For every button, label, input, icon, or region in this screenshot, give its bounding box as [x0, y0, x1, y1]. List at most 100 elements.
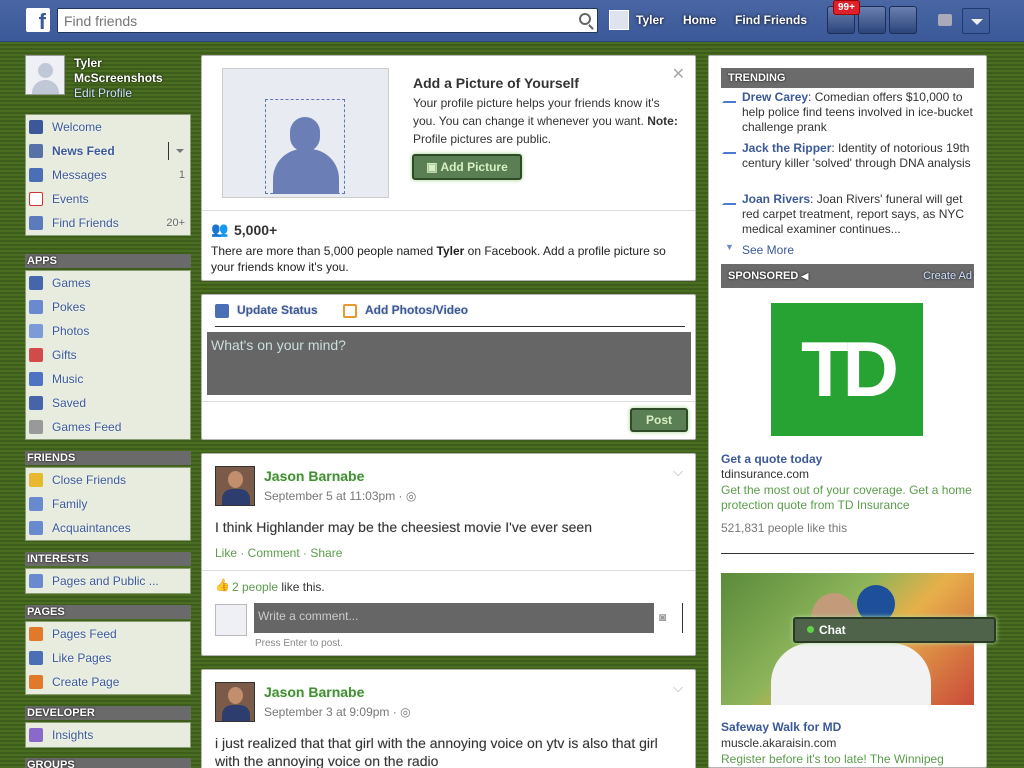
top-bar: f Tyler Home Find Friends 99+: [0, 0, 1024, 42]
chevron-down-icon[interactable]: ⌵: [673, 464, 683, 480]
sidebar-item-events[interactable]: Events: [26, 187, 190, 211]
sidebar-apps: Games Pokes Photos Gifts Music Saved Gam…: [25, 270, 191, 440]
trending-item[interactable]: Jack the Ripper: Identity of notorious 1…: [721, 141, 977, 171]
sidebar-item-photos[interactable]: Photos: [26, 319, 190, 343]
sidebar-item-saved[interactable]: Saved: [26, 391, 190, 415]
chevron-down-icon[interactable]: ⌵: [673, 680, 683, 696]
person-silhouette-icon: [290, 117, 320, 152]
ad-domain: tdinsurance.com: [721, 467, 810, 481]
privacy-lock-icon[interactable]: [938, 14, 952, 26]
sidebar-item-close-friends[interactable]: Close Friends: [26, 468, 190, 492]
author-avatar[interactable]: [215, 682, 255, 722]
profile-picture-prompt: Add a Picture of Yourself Your profile p…: [201, 55, 696, 281]
sidebar-item-pages-and-public[interactable]: Pages and Public ...: [26, 569, 190, 593]
likes-link[interactable]: 2 people: [232, 580, 278, 594]
sidebar-item-insights[interactable]: Insights: [26, 723, 190, 747]
nav-home-link[interactable]: Home: [683, 13, 716, 27]
calendar-icon: [29, 192, 43, 206]
ad-likes: 521,831 people like this: [721, 521, 848, 535]
chevron-down-icon[interactable]: [176, 149, 184, 157]
trending-icon: [722, 93, 736, 103]
post-timestamp[interactable]: September 3 at 9:09pm · ◎: [264, 705, 411, 719]
notification-badge: 99+: [833, 0, 860, 15]
sidebar-item-welcome[interactable]: Welcome: [26, 115, 190, 139]
sidebar-item-pages-feed[interactable]: Pages Feed: [26, 622, 190, 646]
messages-icon[interactable]: [858, 6, 886, 34]
post-text: I think Highlander may be the cheesiest …: [215, 519, 592, 535]
star-icon: [29, 473, 43, 487]
post-author[interactable]: Jason Barnabe: [264, 684, 364, 700]
nav-find-friends-link[interactable]: Find Friends: [735, 13, 807, 27]
ad-title[interactable]: Get a quote today: [721, 452, 822, 466]
ad-text[interactable]: Get the most out of your coverage. Get a…: [721, 483, 977, 513]
ad-text[interactable]: Register before it's too late! The Winni…: [721, 752, 977, 766]
add-picture-button[interactable]: ▣ Add Picture: [412, 154, 522, 180]
chat-bar-button[interactable]: Chat: [793, 617, 996, 643]
sidebar-item-games-feed[interactable]: Games Feed: [26, 415, 190, 439]
right-column: TRENDING Drew Carey: Comedian offers $10…: [708, 55, 987, 768]
sidebar-item-like-pages[interactable]: Like Pages: [26, 646, 190, 670]
game-controller-icon: [29, 420, 43, 434]
sidebar-item-news-feed[interactable]: News Feed: [26, 139, 190, 163]
edit-profile-link[interactable]: Edit Profile: [74, 86, 132, 100]
interests-heading: INTERESTS: [25, 552, 191, 566]
sidebar-item-pokes[interactable]: Pokes: [26, 295, 190, 319]
post-text: i just realized that that girl with the …: [215, 735, 658, 768]
sidebar-favorites: Welcome News Feed Messages 1 Events Find …: [25, 114, 191, 236]
profile-avatar[interactable]: [25, 55, 65, 95]
sidebar-item-create-page[interactable]: Create Page: [26, 670, 190, 694]
create-ad-link[interactable]: Create Ad: [923, 264, 972, 288]
sidebar-item-messages[interactable]: Messages 1: [26, 163, 190, 187]
post-timestamp[interactable]: September 5 at 11:03pm · ◎: [264, 489, 416, 503]
sidebar-pages: Pages Feed Like Pages Create Page: [25, 621, 191, 695]
ad-title[interactable]: Safeway Walk for MD: [721, 720, 841, 734]
td-logo-ad-image[interactable]: TD: [771, 303, 923, 436]
search-input[interactable]: [58, 9, 558, 32]
pages-heading: PAGES: [25, 605, 191, 619]
sidebar-item-gifts[interactable]: Gifts: [26, 343, 190, 367]
megaphone-icon: [29, 627, 43, 641]
thumbs-up-icon: [29, 651, 43, 665]
add-photos-tab[interactable]: Add Photos/Video: [365, 303, 468, 317]
close-icon[interactable]: ✕: [672, 64, 685, 84]
update-status-tab[interactable]: Update Status: [237, 303, 318, 317]
sidebar-item-acquaintances[interactable]: Acquaintances: [26, 516, 190, 540]
likes-summary: 2 people like this.: [232, 580, 325, 594]
see-more-link[interactable]: See More: [742, 243, 794, 257]
profile-name[interactable]: Tyler McScreenshots: [74, 56, 163, 86]
notifications-icon[interactable]: [889, 6, 917, 34]
author-avatar[interactable]: [215, 466, 255, 506]
sidebar-item-family[interactable]: Family: [26, 492, 190, 516]
name-count: 5,000+: [234, 222, 278, 238]
post-button[interactable]: Post: [630, 408, 688, 432]
status-composer: Update Status Add Photos/Video What's on…: [201, 294, 696, 440]
trending-item[interactable]: Joan Rivers: Joan Rivers' funeral will g…: [721, 192, 977, 237]
ad-domain: muscle.akaraisin.com: [721, 736, 837, 750]
groups-heading: GROUPS: [25, 758, 191, 768]
camera-icon[interactable]: ◙: [659, 610, 666, 624]
facebook-logo[interactable]: f: [26, 8, 50, 32]
search-box[interactable]: [57, 8, 598, 33]
post-actions[interactable]: Like · Comment · Share: [215, 546, 342, 560]
comment-input[interactable]: Write a comment...: [254, 603, 654, 633]
developer-heading: DEVELOPER: [25, 706, 191, 720]
name-info-text: There are more than 5,000 people named T…: [211, 244, 666, 274]
chart-icon: [29, 728, 43, 742]
divider: [202, 210, 695, 211]
commenter-avatar: [215, 604, 247, 636]
account-dropdown-button[interactable]: [962, 8, 990, 34]
sidebar-item-games[interactable]: Games: [26, 271, 190, 295]
status-input[interactable]: What's on your mind?: [207, 332, 691, 395]
apps-heading: APPS: [25, 254, 191, 268]
user-avatar[interactable]: [609, 10, 629, 30]
profile-placeholder-image: [222, 68, 389, 198]
sidebar-interests: Pages and Public ...: [25, 568, 191, 594]
photos-icon: [29, 324, 43, 338]
post-author[interactable]: Jason Barnabe: [264, 468, 364, 484]
news-feed-icon: [29, 144, 43, 158]
sidebar-item-find-friends[interactable]: Find Friends 20+: [26, 211, 190, 235]
nav-profile-link[interactable]: Tyler: [636, 13, 664, 27]
search-icon[interactable]: [579, 13, 591, 25]
trending-item[interactable]: Drew Carey: Comedian offers $10,000 to h…: [721, 90, 977, 135]
sidebar-item-music[interactable]: Music: [26, 367, 190, 391]
